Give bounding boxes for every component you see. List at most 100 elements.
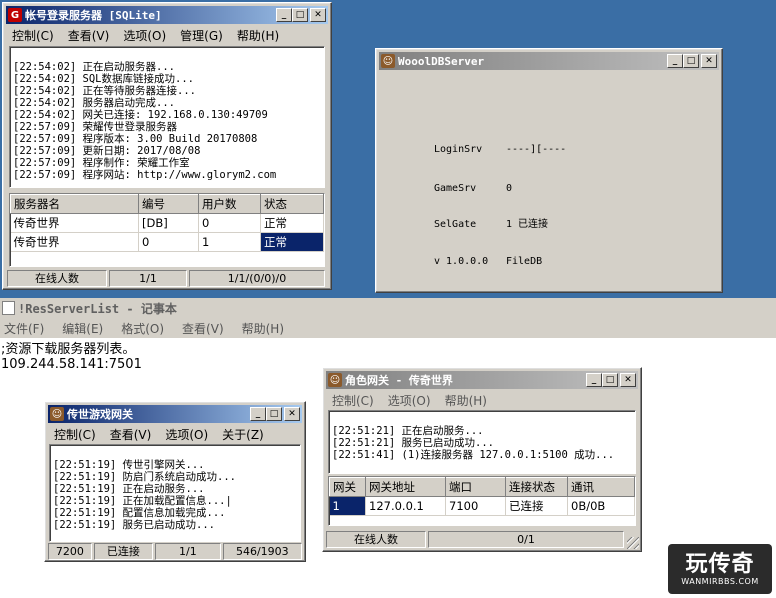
db-value: ----][----	[506, 144, 567, 155]
table-cell: 0	[138, 232, 199, 252]
minimize-icon[interactable]: _	[250, 407, 266, 421]
role-gate-titlebar[interactable]: ☺ 角色网关 - 传奇世界 _ □ ✕	[326, 371, 638, 389]
menu-help[interactable]: 帮助(H)	[237, 27, 279, 44]
status-detail: 1/1/(0/0)/0	[189, 270, 325, 287]
maximize-icon[interactable]: □	[683, 54, 699, 68]
menu-manage[interactable]: 管理(G)	[180, 27, 223, 44]
game-gate-titlebar[interactable]: ☺ 传世游戏网关 _ □ ✕	[48, 405, 302, 423]
table-row[interactable]: 传奇世界 [DB] 0 正常	[10, 213, 324, 233]
close-icon[interactable]: ✕	[310, 8, 326, 22]
role-gate-window: ☺ 角色网关 - 传奇世界 _ □ ✕ 控制(C) 选项(O) 帮助(H) [2…	[322, 367, 642, 552]
role-gate-log[interactable]: [22:51:21] 正在启动服务... [22:51:21] 服务已启动成功..…	[328, 410, 636, 474]
close-icon[interactable]: ✕	[620, 373, 636, 387]
role-gate-statusbar: 在线人数 0/1	[326, 531, 626, 548]
menu-options[interactable]: 选项(O)	[123, 27, 166, 44]
table-row[interactable]: 传奇世界 0 1 正常	[10, 232, 324, 252]
gate-list-table[interactable]: 网关 网关地址 端口 连接状态 通讯 1 127.0.0.1 7100 已连接 …	[328, 476, 636, 526]
account-server-window: G 帐号登录服务器 [SQLite] _ □ ✕ 控制(C) 查看(V) 选项(…	[2, 2, 332, 290]
log-line: [22:51:21] 服务已启动成功...	[332, 437, 495, 449]
minimize-icon[interactable]: _	[586, 373, 602, 387]
account-server-log[interactable]: [22:54:02] 正在启动服务器... [22:54:02] SQL数据库链接…	[9, 46, 325, 188]
menu-help[interactable]: 帮助(H)	[445, 392, 487, 409]
log-line: [22:51:19] 服务已启动成功...	[53, 519, 216, 531]
log-line: [22:57:09] 程序制作: 荣耀工作室	[13, 157, 190, 169]
log-line: [22:54:02] 服务器启动完成...	[13, 97, 176, 109]
notepad-menu-view[interactable]: 查看(V)	[182, 320, 224, 337]
log-line: [22:54:02] 正在等待服务器连接...	[13, 85, 197, 97]
notepad-menubar: 文件(F) 编辑(E) 格式(O) 查看(V) 帮助(H)	[0, 318, 776, 338]
menu-options[interactable]: 选项(O)	[165, 426, 208, 443]
game-gate-window: ☺ 传世游戏网关 _ □ ✕ 控制(C) 查看(V) 选项(O) 关于(Z) […	[44, 401, 306, 562]
db-version: v 1.0.0.0 FileDB	[434, 256, 542, 267]
status-count: 1/1	[109, 270, 187, 287]
column-header-number[interactable]: 编号	[138, 194, 199, 214]
log-line: [22:57:09] 程序网站: http://www.glorym2.com	[13, 169, 277, 181]
game-gate-statusbar: 7200 已连接 1/1 546/1903	[48, 543, 302, 560]
maximize-icon[interactable]: □	[266, 407, 282, 421]
log-line: [22:51:21] 正在启动服务...	[332, 425, 484, 437]
table-cell: 正常	[260, 213, 324, 233]
column-header-address[interactable]: 网关地址	[365, 477, 446, 497]
column-header-gate[interactable]: 网关	[329, 477, 366, 497]
watermark-sub: WANMIRBBS.COM	[681, 576, 759, 586]
db-value: 1 已连接	[506, 219, 549, 230]
status-count: 1/1	[155, 543, 221, 560]
resize-grip-icon[interactable]	[627, 537, 639, 549]
status-online-label: 在线人数	[326, 531, 426, 548]
maximize-icon[interactable]: □	[602, 373, 618, 387]
db-status-gamesrv: GameSrv 0	[434, 183, 512, 194]
db-status-selgate: SelGate 1 已连接	[434, 215, 548, 230]
server-list-table[interactable]: 服务器名 编号 用户数 状态 传奇世界 [DB] 0 正常 传奇世界 0 1 正…	[9, 193, 325, 267]
table-row[interactable]: 1 127.0.0.1 7100 已连接 0B/0B	[329, 496, 635, 516]
watermark-logo: 玩传奇 WANMIRBBS.COM	[668, 544, 772, 594]
log-line: [22:51:19] 正在加载配置信息...|	[53, 495, 232, 507]
db-value: 0	[506, 183, 513, 194]
minimize-icon[interactable]: _	[667, 54, 683, 68]
menu-control[interactable]: 控制(C)	[54, 426, 96, 443]
column-header-port[interactable]: 端口	[445, 477, 506, 497]
column-header-connection[interactable]: 连接状态	[505, 477, 568, 497]
maximize-icon[interactable]: □	[292, 8, 308, 22]
game-gate-log[interactable]: [22:51:19] 传世引擎网关... [22:51:19] 防启门系统启动成功…	[49, 444, 301, 542]
menu-about[interactable]: 关于(Z)	[222, 426, 264, 443]
db-status-loginsrv: LoginSrv ----][----	[434, 144, 566, 155]
role-gate-menubar: 控制(C) 选项(O) 帮助(H)	[326, 391, 638, 409]
log-line: [22:57:09] 荣耀传世登录服务器	[13, 121, 178, 133]
notepad-titlebar[interactable]: !ResServerList - 记事本	[0, 298, 776, 318]
game-gate-menubar: 控制(C) 查看(V) 选项(O) 关于(Z)	[48, 425, 302, 443]
notepad-menu-format[interactable]: 格式(O)	[121, 320, 164, 337]
minimize-icon[interactable]: _	[276, 8, 292, 22]
close-icon[interactable]: ✕	[701, 54, 717, 68]
table-cell: [DB]	[138, 213, 199, 233]
db-label: SelGate	[434, 219, 477, 230]
db-server-app-icon: ☺	[381, 54, 395, 68]
notepad-menu-help[interactable]: 帮助(H)	[242, 320, 284, 337]
db-server-titlebar[interactable]: ☺ WooolDBServer _ □ ✕	[379, 52, 719, 70]
menu-view[interactable]: 查看(V)	[110, 426, 152, 443]
column-header-status[interactable]: 状态	[260, 194, 324, 214]
menu-control[interactable]: 控制(C)	[332, 392, 374, 409]
notepad-menu-edit[interactable]: 编辑(E)	[62, 320, 103, 337]
account-server-statusbar: 在线人数 1/1 1/1/(0/0)/0	[7, 270, 327, 287]
menu-view[interactable]: 查看(V)	[68, 27, 110, 44]
column-header-server-name[interactable]: 服务器名	[10, 194, 139, 214]
account-server-titlebar[interactable]: G 帐号登录服务器 [SQLite] _ □ ✕	[6, 6, 328, 24]
notepad-line: ;资源下载服务器列表。	[1, 342, 136, 357]
table-cell: 已连接	[505, 496, 568, 516]
column-header-traffic[interactable]: 通讯	[567, 477, 635, 497]
menu-control[interactable]: 控制(C)	[12, 27, 54, 44]
status-port: 7200	[48, 543, 92, 560]
notepad-menu-file[interactable]: 文件(F)	[4, 320, 44, 337]
status-connection: 已连接	[93, 543, 154, 560]
table-cell: 7100	[445, 496, 506, 516]
table-cell: 0B/0B	[567, 496, 635, 516]
menu-options[interactable]: 选项(O)	[388, 392, 431, 409]
log-line: [22:51:19] 配置信息加载完成...	[53, 507, 226, 519]
log-line: [22:54:02] SQL数据库链接成功...	[13, 73, 194, 85]
log-line: [22:51:19] 传世引擎网关...	[53, 459, 205, 471]
status-count: 0/1	[428, 531, 624, 548]
role-gate-title: 角色网关 - 传奇世界	[345, 374, 453, 387]
account-server-app-icon: G	[8, 8, 22, 22]
column-header-users[interactable]: 用户数	[198, 194, 261, 214]
close-icon[interactable]: ✕	[284, 407, 300, 421]
